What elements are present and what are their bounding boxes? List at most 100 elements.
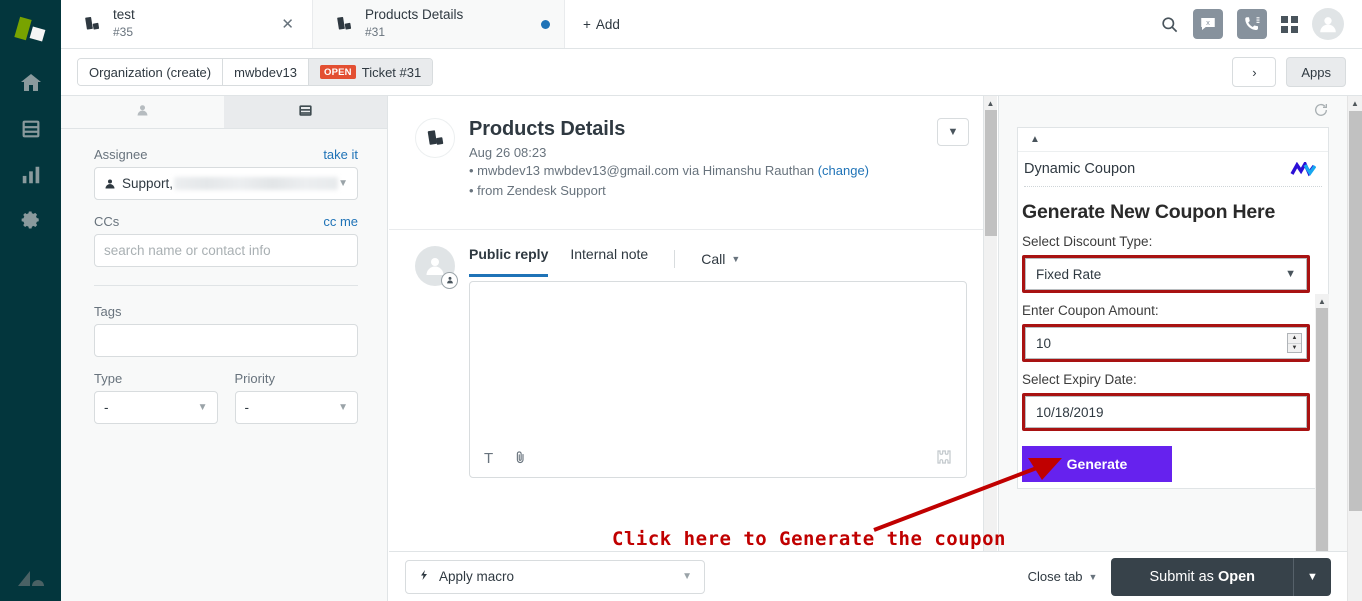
apps-sidebar: ▲ Dynamic Coupon Generate New Coupon Her… bbox=[998, 96, 1347, 551]
priority-select[interactable]: - ▼ bbox=[234, 391, 358, 424]
add-tab-button[interactable]: + Add bbox=[565, 0, 638, 48]
reply-textarea[interactable] bbox=[470, 282, 966, 441]
reply-editor[interactable]: T bbox=[469, 280, 967, 478]
coupon-amount-label: Enter Coupon Amount: bbox=[1022, 303, 1159, 318]
chevron-down-icon: ▼ bbox=[731, 253, 741, 264]
quantity-stepper[interactable]: ▲ ▼ bbox=[1287, 333, 1302, 353]
reply-composer: Public reply Internal note Call ▼ T bbox=[389, 228, 997, 478]
admin-gear-icon[interactable] bbox=[0, 198, 61, 244]
ticket-timestamp: Aug 26 08:23 bbox=[469, 145, 547, 160]
expiry-date-input[interactable]: 10/18/2019 bbox=[1025, 396, 1307, 428]
apply-macro-label: Apply macro bbox=[439, 569, 515, 584]
cc-me-link[interactable]: cc me bbox=[323, 214, 358, 229]
type-select[interactable]: - ▼ bbox=[94, 391, 218, 424]
breadcrumb-item-ticket[interactable]: OPEN Ticket #31 bbox=[309, 59, 433, 85]
breadcrumb-label: mwbdev13 bbox=[234, 64, 297, 80]
ticket-properties-tab[interactable] bbox=[224, 96, 387, 128]
ticket-conversation-pane: Products Details Aug 26 08:23 • mwbdev13… bbox=[389, 96, 997, 551]
avatar[interactable] bbox=[1312, 8, 1344, 40]
ticket-requester-line: • mwbdev13 mwbdev13@gmail.com via Himans… bbox=[469, 162, 923, 180]
scrollbar-thumb[interactable] bbox=[985, 110, 997, 236]
close-tab-label: Close tab bbox=[1027, 569, 1083, 584]
chevron-down-icon: ▼ bbox=[682, 571, 692, 582]
products-grid-icon[interactable] bbox=[1281, 15, 1298, 33]
submit-as-open-button[interactable]: Submit as Open bbox=[1111, 557, 1293, 596]
scroll-up-icon[interactable]: ▲ bbox=[1315, 294, 1329, 308]
conversation-scrollbar[interactable]: ▲ bbox=[983, 96, 997, 551]
expiry-date-highlight: 10/18/2019 bbox=[1022, 393, 1310, 431]
tab-bar: test #35 ✕ Products Details #31 + Add x bbox=[61, 0, 1362, 49]
ccs-field: CCs cc me search name or contact info bbox=[94, 214, 358, 267]
submit-state: Open bbox=[1217, 568, 1255, 585]
attachment-icon[interactable] bbox=[513, 450, 528, 468]
tab-products-details-31[interactable]: Products Details #31 bbox=[313, 0, 565, 48]
text-format-icon[interactable]: T bbox=[484, 450, 493, 467]
ccs-label: CCs bbox=[94, 214, 120, 229]
close-tab-dropdown[interactable]: Close tab ▼ bbox=[1028, 569, 1098, 584]
tags-input[interactable] bbox=[94, 324, 358, 357]
customer-context-tab[interactable] bbox=[61, 96, 224, 128]
call-dropdown[interactable]: Call ▼ bbox=[701, 251, 740, 267]
scroll-up-icon[interactable]: ▲ bbox=[1348, 96, 1362, 111]
mwb-logo-icon bbox=[1290, 159, 1317, 177]
zendesk-logo-icon[interactable] bbox=[13, 14, 48, 48]
home-icon[interactable] bbox=[0, 60, 61, 106]
ticket-footer: Apply macro ▼ Close tab ▼ Submit as Open… bbox=[389, 551, 1347, 601]
add-tab-label: Add bbox=[595, 16, 620, 32]
unsaved-changes-dot bbox=[541, 19, 550, 29]
chevron-right-icon: › bbox=[1252, 64, 1257, 80]
close-icon[interactable]: ✕ bbox=[277, 15, 298, 33]
scrollbar-thumb[interactable] bbox=[1349, 111, 1362, 511]
submit-options-caret[interactable]: ▼ bbox=[1293, 557, 1331, 596]
breadcrumb-item-user[interactable]: mwbdev13 bbox=[223, 59, 309, 85]
chevron-down-icon: ▼ bbox=[197, 402, 208, 413]
apply-macro-dropdown[interactable]: Apply macro ▼ bbox=[405, 559, 705, 594]
take-it-link[interactable]: take it bbox=[323, 147, 358, 162]
app-content-scrollbar[interactable]: ▲ bbox=[1315, 294, 1329, 551]
ticket-icon bbox=[298, 103, 313, 121]
talk-phone-icon[interactable] bbox=[1237, 9, 1267, 39]
refresh-icon[interactable] bbox=[1313, 102, 1329, 121]
assignee-select[interactable]: Support, ▼ bbox=[94, 167, 358, 200]
reporting-icon[interactable] bbox=[0, 152, 61, 198]
search-icon[interactable] bbox=[1160, 15, 1179, 34]
status-badge: OPEN bbox=[320, 65, 356, 79]
dynamic-coupon-app-card: ▲ Dynamic Coupon Generate New Coupon Her… bbox=[1017, 127, 1329, 489]
chat-unavailable-icon[interactable]: x bbox=[1193, 9, 1223, 39]
tab-public-reply[interactable]: Public reply bbox=[469, 246, 549, 277]
tab-test-35[interactable]: test #35 ✕ bbox=[61, 0, 313, 48]
views-icon[interactable] bbox=[0, 106, 61, 152]
page-scrollbar[interactable]: ▲ bbox=[1347, 96, 1362, 601]
properties-tab-strip bbox=[61, 96, 387, 129]
discount-type-select[interactable]: Fixed Rate ▼ bbox=[1025, 258, 1307, 290]
scroll-up-icon[interactable]: ▲ bbox=[984, 96, 997, 110]
apps-toggle-button[interactable]: Apps bbox=[1286, 57, 1346, 87]
chevron-down-icon: ▼ bbox=[1088, 571, 1098, 582]
expiry-date-value: 10/18/2019 bbox=[1036, 404, 1104, 420]
tab-title: Products Details bbox=[365, 7, 464, 23]
next-ticket-button[interactable]: › bbox=[1232, 57, 1277, 87]
generate-button[interactable]: Generate bbox=[1022, 446, 1172, 482]
ccs-placeholder: search name or contact info bbox=[104, 243, 271, 258]
coupon-amount-input[interactable]: 10 ▲ ▼ bbox=[1025, 327, 1307, 359]
change-requester-link[interactable]: (change) bbox=[818, 163, 869, 178]
left-navigation-rail bbox=[0, 0, 61, 601]
breadcrumb-bar: Organization (create) mwbdev13 OPEN Tick… bbox=[61, 49, 1362, 96]
scrollbar-thumb[interactable] bbox=[1316, 308, 1328, 551]
ccs-input[interactable]: search name or contact info bbox=[94, 234, 358, 267]
plus-icon: + bbox=[583, 16, 591, 32]
apps-puzzle-icon[interactable] bbox=[936, 449, 952, 468]
collapse-app-button[interactable]: ▲ bbox=[1018, 128, 1328, 152]
breadcrumb: Organization (create) mwbdev13 OPEN Tick… bbox=[77, 58, 434, 86]
priority-label: Priority bbox=[234, 371, 275, 386]
requester-via-text: • mwbdev13 mwbdev13@gmail.com via Himans… bbox=[469, 163, 815, 178]
stepper-up-icon[interactable]: ▲ bbox=[1288, 334, 1301, 344]
chevron-down-icon[interactable]: ▼ bbox=[937, 118, 969, 146]
zendesk-z-logo bbox=[0, 565, 61, 593]
breadcrumb-label: Organization (create) bbox=[89, 64, 212, 80]
breadcrumb-item-organization[interactable]: Organization (create) bbox=[78, 59, 224, 85]
tab-internal-note[interactable]: Internal note bbox=[570, 246, 648, 272]
breadcrumb-label: Ticket #31 bbox=[361, 64, 422, 80]
type-value: - bbox=[104, 400, 109, 415]
stepper-down-icon[interactable]: ▼ bbox=[1288, 344, 1301, 353]
